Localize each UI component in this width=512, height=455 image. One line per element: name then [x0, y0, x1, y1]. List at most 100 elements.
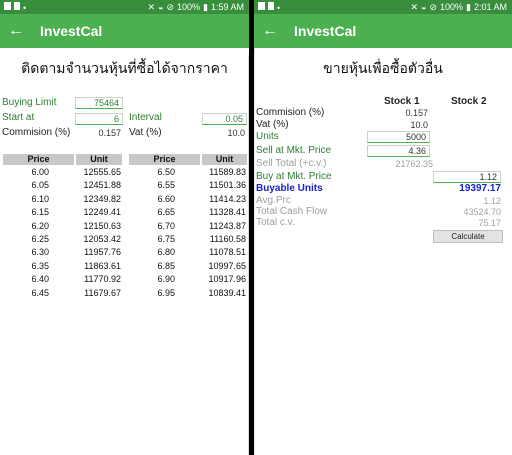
- unit-cell: 11957.76: [84, 247, 121, 258]
- total-cash-flow-label: Total Cash Flow: [256, 206, 328, 217]
- app-title: InvestCal: [294, 23, 357, 39]
- price-cell: 6.70: [157, 220, 175, 231]
- unit-cell: 11770.92: [84, 274, 121, 285]
- overflow-dots-icon: •: [277, 3, 281, 13]
- unit-cell: 12349.82: [83, 193, 121, 204]
- clock: 1:59 AM: [210, 2, 244, 12]
- total-cash-flow-value: 43524.70: [463, 207, 501, 217]
- price-cell: 6.50: [157, 167, 175, 177]
- start-at-label: Start at: [2, 112, 35, 123]
- status-bar: • ✕ ◒ ⊘ 100% ▮ 1:59 AM: [0, 0, 249, 14]
- price-cell: 6.60: [157, 193, 175, 204]
- unit-cell: 11078.51: [209, 247, 246, 258]
- wifi-icon: ◒: [421, 2, 427, 12]
- interval-label: Interval: [129, 112, 162, 123]
- mute-icon: ✕: [410, 2, 418, 12]
- unit-cell: 12053.42: [83, 234, 121, 244]
- unit-cell: 11328.41: [209, 207, 246, 218]
- notification-icon: [4, 2, 11, 10]
- battery-icon: ▮: [203, 2, 208, 12]
- unit-cell: 11679.67: [84, 287, 121, 298]
- unit-cell: 10839.41: [208, 287, 246, 298]
- battery-level: 100%: [439, 2, 464, 12]
- buy-price-input[interactable]: 1.12: [433, 171, 501, 183]
- image-icon: [14, 2, 20, 10]
- price-cell: 6.40: [31, 274, 49, 285]
- price-cell: 6.00: [31, 167, 49, 177]
- vat-label: Vat (%): [256, 119, 289, 130]
- units-label: Units: [256, 131, 279, 142]
- page-title: ขายหุ้นเพื่อซื้อตัวอื่น: [323, 60, 443, 76]
- unit-cell: 11160.58: [209, 234, 246, 244]
- price-cell: 6.15: [31, 207, 49, 218]
- price-header-2: Price: [129, 154, 200, 165]
- overflow-dots-icon: •: [23, 3, 27, 13]
- image-icon: [268, 2, 274, 10]
- price-cell: 6.45: [31, 287, 49, 298]
- unit-cell: 10917.96: [208, 274, 246, 285]
- wifi-icon: ◒: [158, 2, 164, 12]
- unit-cell: 11501.36: [209, 180, 246, 191]
- back-arrow-icon[interactable]: ←: [8, 21, 24, 41]
- price-cell: 6.75: [157, 234, 175, 244]
- commission-label: Commision (%): [2, 127, 71, 138]
- panel-edge: [254, 48, 255, 455]
- interval-input[interactable]: 0.05: [202, 113, 247, 125]
- price-header-1: Price: [3, 154, 74, 165]
- price-cell: 6.30: [31, 247, 49, 258]
- start-at-input[interactable]: 6: [75, 113, 123, 125]
- unit-header-1: Unit: [76, 154, 122, 165]
- price-cell: 6.65: [157, 207, 175, 218]
- do-not-disturb-icon: ⊘: [166, 2, 174, 12]
- unit-cell: 11589.83: [209, 167, 246, 177]
- price-cell: 6.80: [157, 247, 175, 258]
- buy-price-label: Buy at Mkt. Price: [256, 171, 332, 182]
- total-cv-label: Total c.v.: [256, 217, 295, 228]
- avg-prc-value: 1.12: [483, 196, 501, 206]
- unit-header-2: Unit: [202, 154, 247, 165]
- price-cell: 6.95: [157, 287, 175, 298]
- buying-limit-label: Buying Limit: [2, 97, 57, 108]
- unit-cell: 10997.65: [208, 260, 246, 271]
- mute-icon: ✕: [147, 2, 155, 12]
- unit-cell: 11863.61: [84, 260, 121, 271]
- notification-icon: [258, 2, 265, 10]
- vat-label: Vat (%): [129, 127, 162, 138]
- unit-cell: 11243.87: [209, 220, 246, 231]
- price-cell: 6.35: [31, 260, 49, 271]
- units-input[interactable]: 5000: [367, 131, 430, 143]
- price-cell: 6.90: [157, 274, 175, 285]
- sell-price-label: Sell at Mkt. Price: [256, 145, 332, 156]
- sell-total-label: Sell Total (+c.v.): [256, 158, 327, 169]
- status-bar: • ✕ ◒ ⊘ 100% ▮ 2:01 AM: [254, 0, 512, 14]
- page-title: ติดตามจำนวนหุ้นที่ซื้อได้จากราคา: [21, 60, 228, 76]
- left-screen: • ✕ ◒ ⊘ 100% ▮ 1:59 AM ← InvestCal ติดตา…: [0, 0, 249, 455]
- price-cell: 6.05: [31, 180, 49, 191]
- unit-cell: 12150.63: [83, 220, 121, 231]
- total-cv-value: 75.17: [478, 218, 501, 228]
- app-bar: ← InvestCal: [0, 14, 249, 48]
- clock: 2:01 AM: [473, 2, 507, 12]
- buyable-units-value: 19397.17: [459, 183, 501, 194]
- unit-cell: 11414.23: [209, 193, 246, 204]
- vat-value: 10.0: [227, 128, 245, 138]
- calculate-button[interactable]: Calculate: [433, 230, 503, 243]
- battery-level: 100%: [176, 2, 201, 12]
- back-arrow-icon[interactable]: ←: [262, 21, 278, 41]
- price-cell: 6.10: [31, 193, 49, 204]
- commission-label: Commision (%): [256, 107, 325, 118]
- sell-price-input[interactable]: 4.36: [367, 145, 430, 157]
- do-not-disturb-icon: ⊘: [429, 2, 437, 12]
- notification-icons: •: [4, 2, 26, 14]
- stock2-header: Stock 2: [451, 96, 487, 107]
- price-cell: 6.25: [31, 234, 49, 244]
- sell-total-value: 21762.35: [395, 159, 433, 169]
- vat-value: 10.0: [410, 120, 428, 130]
- unit-cell: 12249.41: [83, 207, 121, 218]
- stock1-header: Stock 1: [384, 96, 420, 107]
- buyable-units-label: Buyable Units: [256, 183, 323, 194]
- avg-prc-label: Avg.Prc: [256, 195, 291, 206]
- price-cell: 6.85: [157, 260, 175, 271]
- buying-limit-input[interactable]: 75464: [75, 97, 123, 109]
- unit-cell: 12555.65: [83, 167, 121, 177]
